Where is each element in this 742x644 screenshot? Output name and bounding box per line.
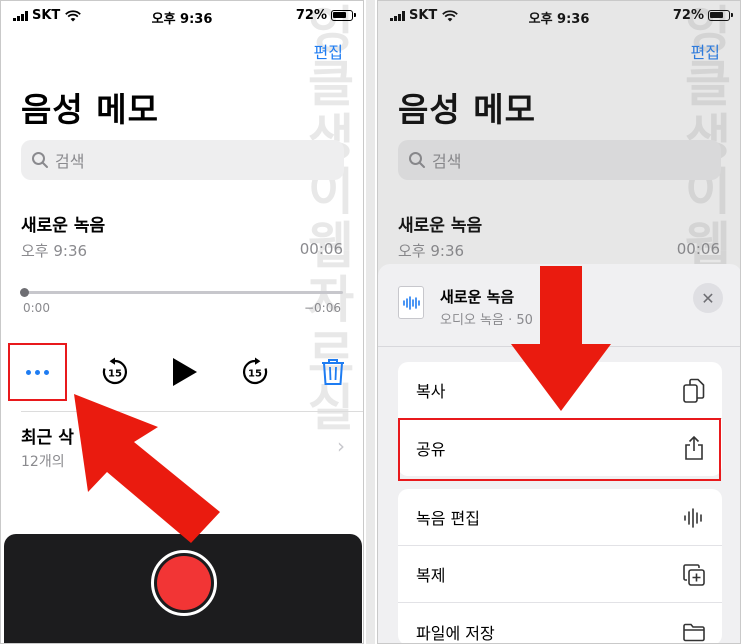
close-button[interactable]: ✕ [693, 283, 723, 313]
battery-icon [331, 10, 356, 21]
screen-divider [366, 0, 375, 644]
search-input[interactable]: 검색 [21, 140, 344, 180]
search-placeholder: 검색 [55, 152, 85, 171]
page-title: 음성 메모 [21, 90, 159, 129]
action-duplicate[interactable]: 복제 [398, 546, 722, 603]
action-duplicate-label: 복제 [416, 566, 446, 585]
sheet-divider [378, 346, 740, 347]
action-copy[interactable]: 복사 [398, 362, 722, 419]
elapsed-time: 0:00 [23, 301, 50, 315]
skip-back-15-button[interactable]: 15 [97, 341, 133, 403]
action-edit-label: 녹음 편집 [416, 509, 480, 528]
sheet-file-subtitle: 오디오 녹음 · 50 [440, 313, 533, 328]
recording-title[interactable]: 새로운 녹음 [21, 211, 105, 236]
search-icon [32, 152, 48, 168]
scrubber-handle[interactable] [20, 288, 29, 297]
action-save-label: 파일에 저장 [416, 623, 495, 643]
section-divider [21, 411, 363, 412]
recently-deleted-count: 12개의 [21, 454, 65, 470]
recording-time: 오후 9:36 [21, 242, 88, 260]
status-bar: SKT 오후 9:36 72% [1, 1, 363, 31]
skip-forward-15-button[interactable]: 15 [237, 341, 273, 403]
right-screen: 잉 클 생 이 웹 자 르 실 SKT 오후 9:36 72% 편집 음성 메모… [377, 0, 741, 644]
more-button[interactable] [8, 343, 67, 401]
sheet-file-name: 새로운 녹음 [440, 288, 515, 306]
skip-back-15-icon: 15 [102, 357, 127, 385]
pointer-arrow-icon [74, 394, 220, 543]
close-icon: ✕ [701, 288, 715, 308]
duplicate-icon [680, 561, 708, 589]
record-button[interactable] [151, 550, 217, 616]
folder-icon [680, 618, 708, 643]
audio-file-icon [398, 286, 424, 319]
edit-button[interactable]: 편집 [314, 39, 343, 63]
action-save-to-files[interactable]: 파일에 저장 [398, 603, 722, 643]
waveform-icon [680, 504, 708, 532]
more-icon [26, 369, 49, 375]
svg-text:15: 15 [248, 369, 262, 380]
playback-scrubber[interactable] [23, 291, 343, 294]
record-icon [157, 556, 211, 610]
chevron-right-icon: › [337, 434, 345, 458]
recording-duration: 00:06 [299, 240, 343, 258]
trash-icon [322, 359, 344, 385]
delete-button[interactable] [315, 341, 351, 403]
action-copy-label: 복사 [416, 382, 446, 401]
remaining-time: −0:06 [303, 301, 341, 315]
play-icon [173, 358, 197, 386]
skip-forward-15-icon: 15 [243, 357, 268, 385]
playback-controls: 15 15 [1, 341, 363, 403]
share-highlight [398, 418, 721, 481]
recently-deleted-title[interactable]: 최근 삭 [21, 423, 74, 448]
action-edit-recording[interactable]: 녹음 편집 [398, 489, 722, 546]
action-group-2: 녹음 편집 복제 파일에 저장 [398, 489, 722, 643]
svg-text:15: 15 [108, 369, 122, 380]
play-button[interactable] [166, 341, 202, 403]
left-screen: 잉 클 생 이 웹 자 르 실 SKT 오후 9:36 72% 편집 음성 메모… [0, 0, 364, 644]
copy-icon [680, 377, 708, 405]
battery-percent: 72% [295, 8, 327, 23]
record-panel [4, 534, 362, 643]
